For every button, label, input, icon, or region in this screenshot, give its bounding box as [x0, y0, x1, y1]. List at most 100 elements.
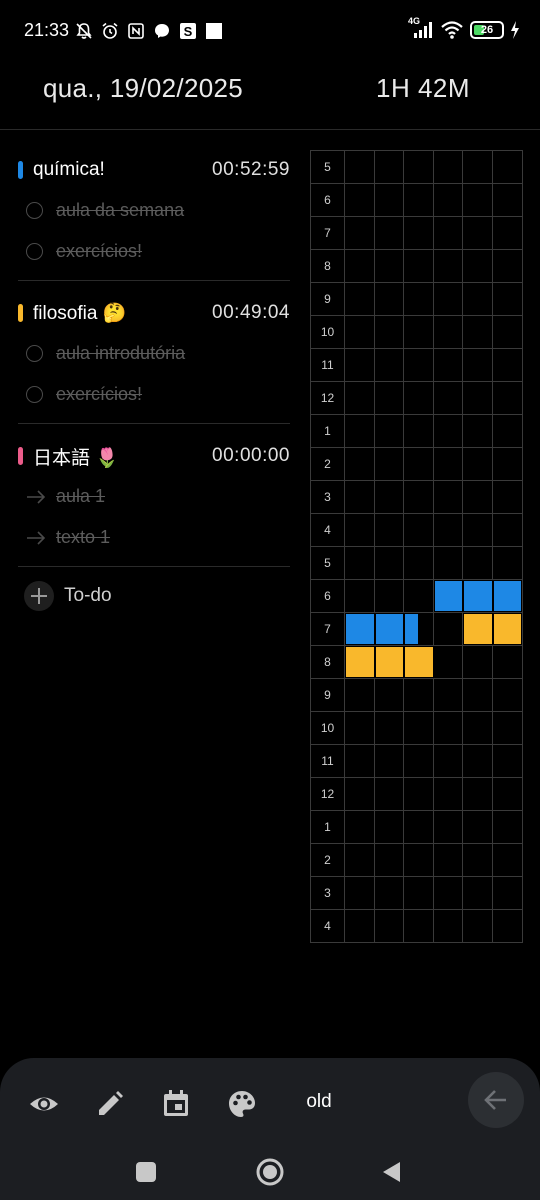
time-block[interactable]: [345, 646, 437, 678]
timeline-cell[interactable]: [434, 283, 463, 315]
timeline-cell[interactable]: [434, 349, 463, 381]
timeline-cell[interactable]: [463, 481, 493, 513]
timeline-cell[interactable]: [404, 415, 434, 447]
timeline-cell[interactable]: [434, 844, 463, 876]
timeline-cell[interactable]: [493, 712, 523, 744]
timeline-cell[interactable]: [375, 547, 404, 579]
timeline-cell[interactable]: [375, 415, 404, 447]
timeline-cell[interactable]: [463, 646, 493, 678]
timeline-cell[interactable]: [463, 712, 493, 744]
group-timer[interactable]: 00:49:04: [212, 302, 290, 324]
timeline-cell[interactable]: [493, 745, 523, 777]
arrow-right-icon[interactable]: [26, 489, 46, 504]
timeline-cell[interactable]: [404, 811, 434, 843]
timeline-cell[interactable]: [375, 250, 404, 282]
timeline-cell[interactable]: [345, 580, 375, 612]
task-item[interactable]: exercícios!: [18, 374, 290, 415]
timeline-cell[interactable]: [345, 844, 375, 876]
timeline-cell[interactable]: [463, 514, 493, 546]
task-item[interactable]: exercícios!: [18, 231, 290, 272]
timeline-cell[interactable]: [404, 283, 434, 315]
timeline-cell[interactable]: [375, 778, 404, 810]
current-date[interactable]: qua., 19/02/2025: [43, 73, 243, 104]
calendar-icon[interactable]: [156, 1084, 196, 1124]
timeline-cell[interactable]: [375, 712, 404, 744]
group-timer[interactable]: 00:52:59: [212, 159, 290, 181]
timeline-cell[interactable]: [375, 844, 404, 876]
timeline-cell[interactable]: [375, 217, 404, 249]
circle-icon[interactable]: [26, 345, 43, 362]
timeline-cell[interactable]: [463, 877, 493, 909]
timeline-cell[interactable]: [404, 547, 434, 579]
timeline-cell[interactable]: [463, 349, 493, 381]
timeline-cell[interactable]: [434, 217, 463, 249]
timeline-cell[interactable]: [463, 910, 493, 942]
timeline-cell[interactable]: [404, 349, 434, 381]
task-group-header[interactable]: 日本語 🌷 00:00:00: [18, 436, 290, 476]
timeline-cell[interactable]: [345, 316, 375, 348]
timeline-cell[interactable]: [434, 613, 463, 645]
timeline-cell[interactable]: [493, 481, 523, 513]
timeline-cell[interactable]: [434, 382, 463, 414]
timeline-cell[interactable]: [463, 547, 493, 579]
timeline-cell[interactable]: [404, 580, 434, 612]
timeline-cell[interactable]: [375, 382, 404, 414]
palette-icon[interactable]: [222, 1084, 262, 1124]
timeline-cell[interactable]: [493, 382, 523, 414]
timeline-cell[interactable]: [345, 745, 375, 777]
timeline-cell[interactable]: [345, 283, 375, 315]
timeline-cell[interactable]: [345, 217, 375, 249]
back-button[interactable]: [468, 1072, 524, 1128]
task-item[interactable]: aula 1: [18, 476, 290, 517]
time-block[interactable]: [345, 613, 419, 645]
timeline-cell[interactable]: [463, 217, 493, 249]
circle-icon[interactable]: [26, 243, 43, 260]
timeline-cell[interactable]: [493, 448, 523, 480]
timeline-cell[interactable]: [375, 349, 404, 381]
timeline-cell[interactable]: [345, 877, 375, 909]
timeline-cell[interactable]: [493, 646, 523, 678]
timeline-cell[interactable]: [375, 283, 404, 315]
recents-square-icon[interactable]: [129, 1155, 163, 1189]
timeline-cell[interactable]: [345, 382, 375, 414]
time-block[interactable]: [433, 580, 522, 612]
timeline-cell[interactable]: [493, 811, 523, 843]
timeline-cell[interactable]: [375, 448, 404, 480]
timeline-cell[interactable]: [493, 283, 523, 315]
timeline-cell[interactable]: [493, 184, 523, 216]
timeline-cell[interactable]: [493, 514, 523, 546]
circle-icon[interactable]: [26, 202, 43, 219]
timeline-cell[interactable]: [434, 646, 463, 678]
timeline-cell[interactable]: [375, 745, 404, 777]
timeline-cell[interactable]: [345, 910, 375, 942]
timeline-cell[interactable]: [493, 151, 523, 183]
timeline-cell[interactable]: [463, 448, 493, 480]
timeline-cell[interactable]: [434, 811, 463, 843]
timeline-cell[interactable]: [404, 448, 434, 480]
add-todo-button[interactable]: To-do: [18, 575, 290, 617]
timeline-cell[interactable]: [434, 679, 463, 711]
timeline-cell[interactable]: [434, 184, 463, 216]
task-item[interactable]: aula da semana: [18, 190, 290, 231]
timeline-cell[interactable]: [434, 745, 463, 777]
timeline-cell[interactable]: [404, 910, 434, 942]
timeline-cell[interactable]: [463, 745, 493, 777]
timeline-cell[interactable]: [345, 151, 375, 183]
timeline-cell[interactable]: [463, 151, 493, 183]
timeline-cell[interactable]: [404, 712, 434, 744]
timeline-cell[interactable]: [375, 877, 404, 909]
pencil-icon[interactable]: [90, 1084, 130, 1124]
timeline-cell[interactable]: [404, 250, 434, 282]
timeline-cell[interactable]: [493, 910, 523, 942]
timeline-cell[interactable]: [434, 415, 463, 447]
timeline-cell[interactable]: [375, 910, 404, 942]
timeline-cell[interactable]: [493, 217, 523, 249]
timeline-cell[interactable]: [434, 778, 463, 810]
timeline-cell[interactable]: [404, 382, 434, 414]
timeline-cell[interactable]: [375, 481, 404, 513]
timeline-cell[interactable]: [404, 481, 434, 513]
timeline-cell[interactable]: [434, 514, 463, 546]
timeline-cell[interactable]: [375, 580, 404, 612]
timeline-cell[interactable]: [375, 184, 404, 216]
timeline-cell[interactable]: [493, 877, 523, 909]
